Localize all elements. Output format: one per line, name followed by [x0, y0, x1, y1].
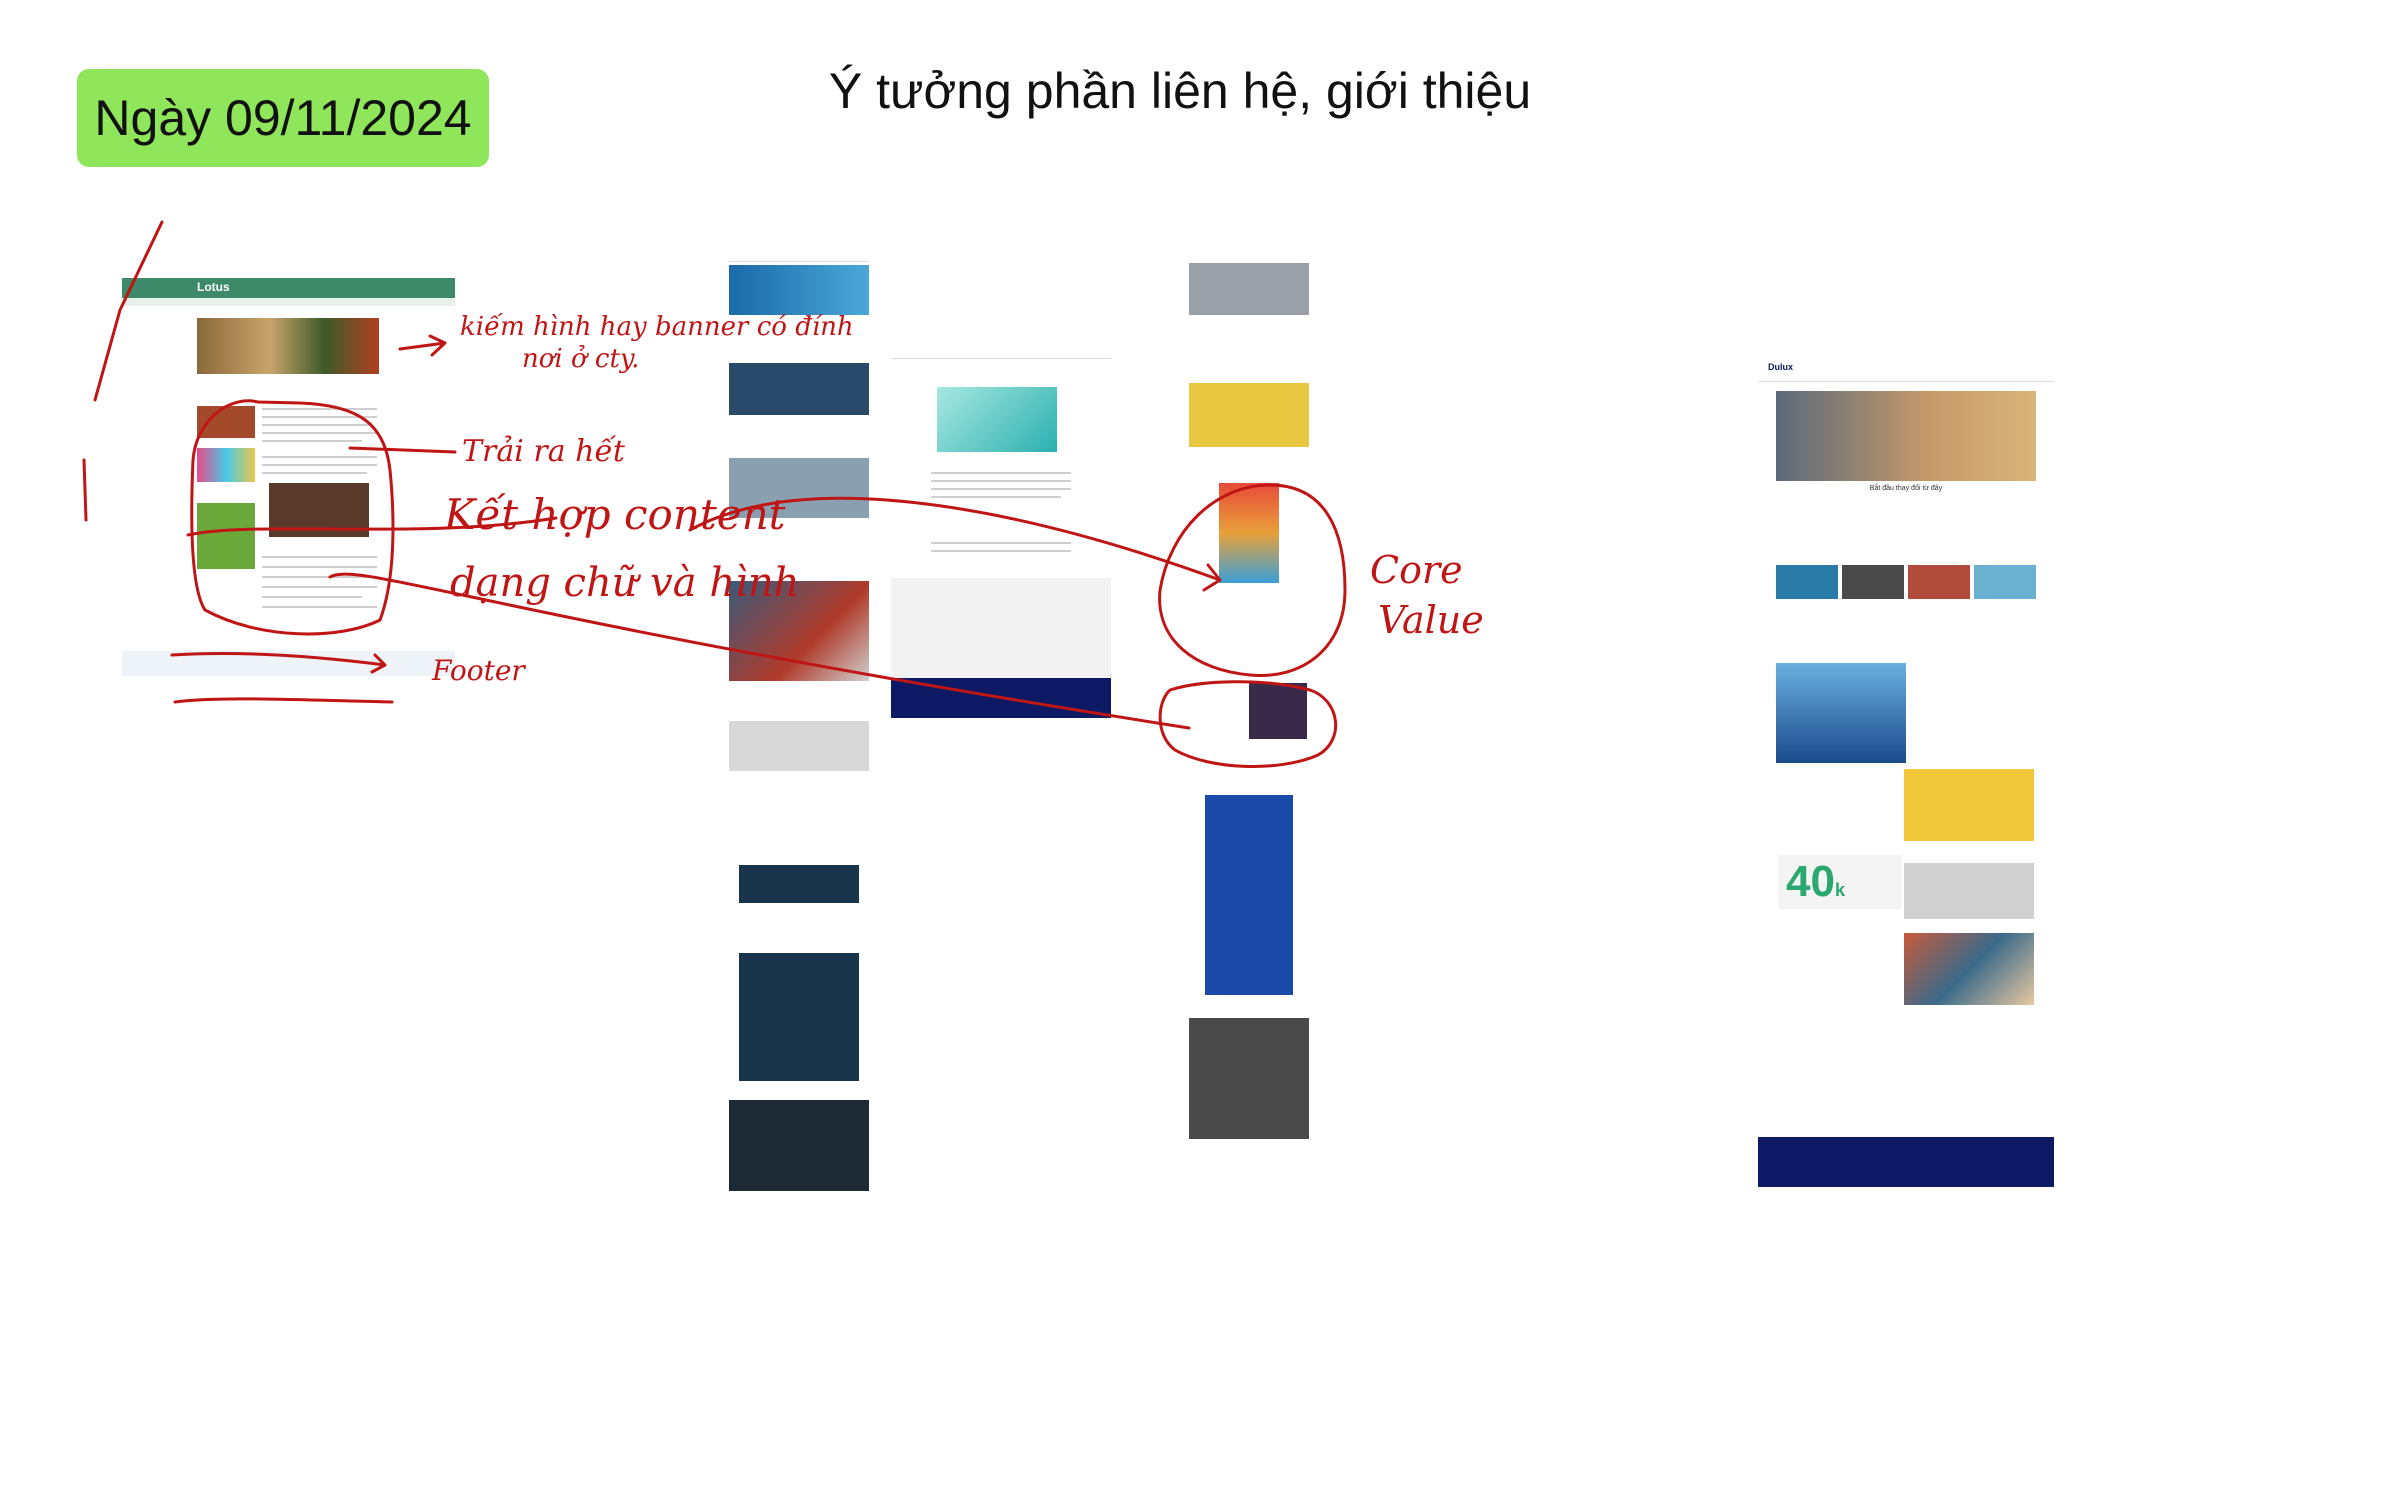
- ppg-footer: [729, 1100, 869, 1191]
- dulux-home-hero: [1776, 391, 2036, 481]
- date-badge: Ngày 09/11/2024: [77, 69, 489, 167]
- lotus-image-3: [197, 503, 255, 569]
- lotus-image-4: [269, 483, 369, 537]
- lotus-header-bar: Lotus: [122, 278, 455, 298]
- lotus-nav: [122, 298, 455, 306]
- annotation-banner-note-2: nơi ở cty.: [522, 344, 640, 374]
- dulux-about-footer: [891, 678, 1111, 718]
- ppg-hero: [729, 265, 869, 315]
- annotation-core-value: Core: [1370, 548, 1463, 592]
- timeline-blue: [1205, 795, 1293, 995]
- mockup-lotus-page: Lotus: [122, 278, 455, 676]
- annotation-layout-note: Trải ra hết: [462, 434, 625, 469]
- annotation-banner-note: kiếm hình hay banner có đính: [460, 312, 854, 342]
- lotus-logo: Lotus: [197, 280, 230, 294]
- dulux-home-footer: [1758, 1137, 2054, 1187]
- date-label: Ngày 09/11/2024: [94, 90, 472, 146]
- dulux-about-hero: [937, 387, 1057, 452]
- lotus-footer: [122, 651, 455, 676]
- dulux-big-number: 40k: [1778, 855, 1902, 909]
- annotation-core-value-2: Value: [1378, 598, 1484, 642]
- annotation-content-note-2: dạng chữ và hình: [450, 560, 800, 606]
- dulux-home-caption: Bắt đầu thay đổi từ đây: [1869, 485, 1943, 492]
- page-title: Ý tưởng phần liên hệ, giới thiệu: [828, 63, 1532, 119]
- mockup-ppg-page: [729, 243, 869, 1191]
- dulux-logo: Dulux: [1768, 362, 1794, 372]
- lotus-image-1: [197, 406, 255, 438]
- infographic-footer: [1189, 1018, 1309, 1139]
- lotus-image-2: [197, 448, 255, 482]
- mockup-dulux-home: Dulux Bắt đầu thay đổi từ đây 40k: [1758, 359, 2054, 1237]
- core-value-hexagons: [1219, 483, 1279, 583]
- ppg-history-columns: [739, 953, 859, 1081]
- annotation-content-note: Kết hợp content: [444, 490, 786, 539]
- ppg-dark-cards: [739, 865, 859, 903]
- mockup-infographic: [1189, 263, 1309, 1139]
- mockup-dulux-about: [891, 342, 1111, 760]
- annotation-footer-note: Footer: [432, 654, 525, 687]
- lotus-banner: [197, 318, 379, 374]
